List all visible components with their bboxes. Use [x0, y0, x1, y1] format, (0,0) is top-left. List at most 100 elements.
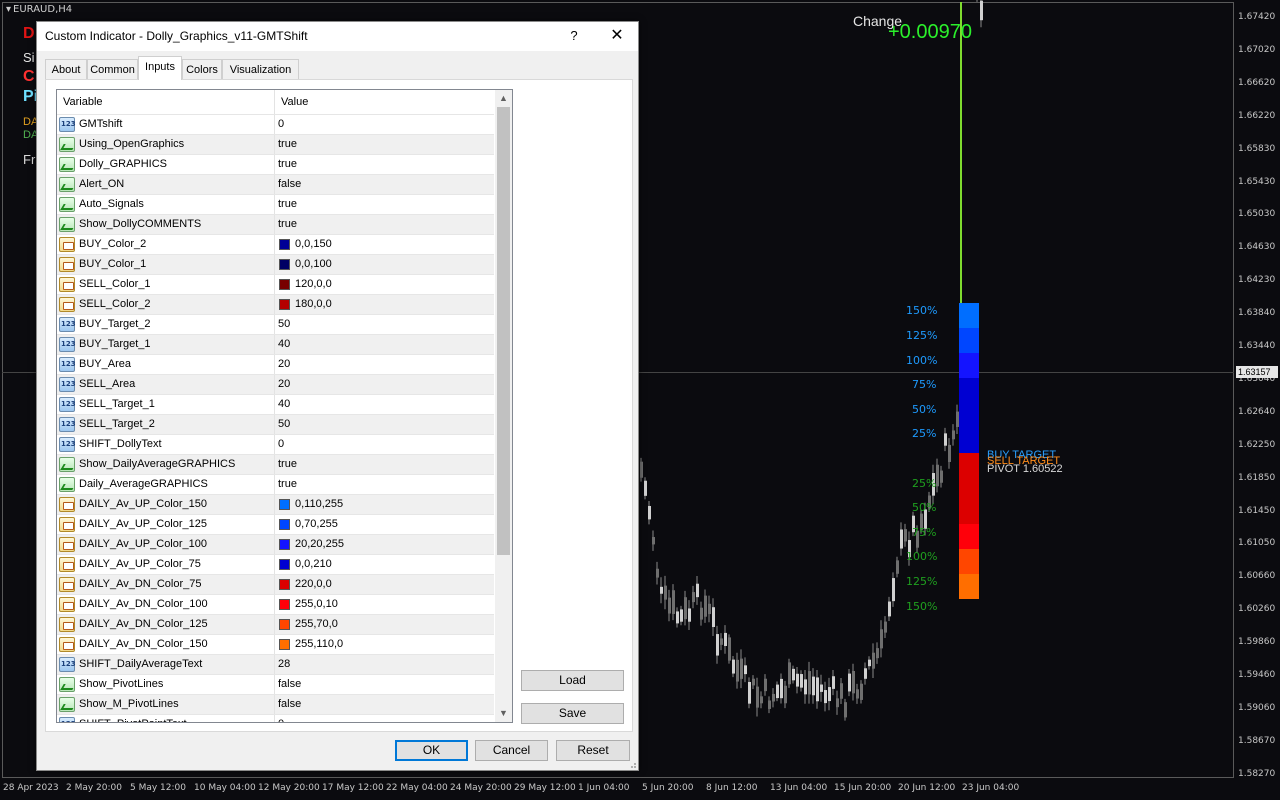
variable-value[interactable]: 0,0,150 — [295, 235, 332, 254]
variable-value[interactable]: 0,70,255 — [295, 515, 338, 534]
variable-value[interactable]: 120,0,0 — [295, 275, 332, 294]
column-header-value[interactable]: Value — [275, 90, 494, 114]
table-row[interactable]: Alert_ON false — [57, 174, 494, 194]
variable-value[interactable]: 0 — [278, 115, 284, 134]
color-swatch[interactable] — [279, 619, 290, 630]
cell-divider — [274, 455, 275, 474]
price-axis[interactable]: 1.67420 1.67020 1.66620 1.66220 1.65830 1.654… — [1236, 0, 1280, 780]
color-swatch[interactable] — [279, 539, 290, 550]
table-row[interactable]: BUY_Target_1 40 — [57, 334, 494, 354]
table-row[interactable]: SHIFT_DailyAverageText 28 — [57, 654, 494, 674]
table-row[interactable]: SELL_Color_2 180,0,0 — [57, 294, 494, 314]
table-row[interactable]: Show_DailyAverageGRAPHICS true — [57, 454, 494, 474]
save-button[interactable]: Save — [521, 703, 624, 724]
color-swatch[interactable] — [279, 639, 290, 650]
variable-value[interactable]: 0 — [278, 715, 284, 722]
variable-value[interactable]: 0,110,255 — [295, 495, 343, 514]
variable-value[interactable]: 255,0,10 — [295, 595, 338, 614]
table-row[interactable]: SELL_Target_2 50 — [57, 414, 494, 434]
variable-value[interactable]: 220,0,0 — [295, 575, 332, 594]
variable-value[interactable]: 180,0,0 — [295, 295, 332, 314]
color-swatch[interactable] — [279, 299, 290, 310]
scroll-up-icon[interactable]: ▲ — [495, 90, 512, 107]
variable-value[interactable]: 40 — [278, 395, 290, 414]
table-row[interactable]: Daily_AverageGRAPHICS true — [57, 474, 494, 494]
resize-grip-icon[interactable] — [627, 759, 637, 769]
variable-value[interactable]: true — [278, 455, 297, 474]
variable-value[interactable]: false — [278, 675, 301, 694]
table-row[interactable]: DAILY_Av_DN_Color_150 255,110,0 — [57, 634, 494, 654]
variable-value[interactable]: 0,0,210 — [295, 555, 332, 574]
help-button[interactable]: ? — [563, 25, 585, 47]
table-row[interactable]: DAILY_Av_DN_Color_100 255,0,10 — [57, 594, 494, 614]
variable-value[interactable]: 20,20,255 — [295, 535, 344, 554]
ok-button[interactable]: OK — [395, 740, 468, 761]
table-row[interactable]: Using_OpenGraphics true — [57, 134, 494, 154]
table-row[interactable]: Auto_Signals true — [57, 194, 494, 214]
variable-value[interactable]: true — [278, 195, 297, 214]
table-row[interactable]: SHIFT_DollyText 0 — [57, 434, 494, 454]
tab-common[interactable]: Common — [87, 59, 138, 80]
variable-value[interactable]: false — [278, 695, 301, 714]
variable-value[interactable]: true — [278, 475, 297, 494]
color-swatch[interactable] — [279, 579, 290, 590]
table-row[interactable]: DAILY_Av_UP_Color_150 0,110,255 — [57, 494, 494, 514]
variable-value[interactable]: 50 — [278, 315, 290, 334]
scroll-thumb[interactable] — [497, 107, 510, 555]
reset-button[interactable]: Reset — [556, 740, 630, 761]
variable-value[interactable]: 28 — [278, 655, 290, 674]
table-row[interactable]: BUY_Color_2 0,0,150 — [57, 234, 494, 254]
color-swatch[interactable] — [279, 599, 290, 610]
table-row[interactable]: DAILY_Av_DN_Color_75 220,0,0 — [57, 574, 494, 594]
variable-value[interactable]: 20 — [278, 355, 290, 374]
dialog-titlebar[interactable]: Custom Indicator - Dolly_Graphics_v11-GM… — [37, 22, 638, 51]
table-row[interactable]: Show_M_PivotLines false — [57, 694, 494, 714]
load-button[interactable]: Load — [521, 670, 624, 691]
variable-value[interactable]: 0 — [278, 435, 284, 454]
table-row[interactable]: Dolly_GRAPHICS true — [57, 154, 494, 174]
table-row[interactable]: BUY_Color_1 0,0,100 — [57, 254, 494, 274]
table-row[interactable]: DAILY_Av_UP_Color_125 0,70,255 — [57, 514, 494, 534]
color-swatch[interactable] — [279, 559, 290, 570]
color-swatch[interactable] — [279, 499, 290, 510]
color-swatch[interactable] — [279, 259, 290, 270]
scroll-down-icon[interactable]: ▼ — [495, 705, 512, 722]
color-swatch[interactable] — [279, 279, 290, 290]
table-row[interactable]: DAILY_Av_UP_Color_100 20,20,255 — [57, 534, 494, 554]
table-row[interactable]: Show_DollyCOMMENTS true — [57, 214, 494, 234]
variable-value[interactable]: 255,110,0 — [295, 635, 343, 654]
variable-value[interactable]: 40 — [278, 335, 290, 354]
tab-about[interactable]: About — [45, 59, 87, 80]
variable-value[interactable]: true — [278, 215, 297, 234]
table-row[interactable]: GMTshift 0 — [57, 114, 494, 134]
variable-value[interactable]: false — [278, 175, 301, 194]
variable-value[interactable]: 255,70,0 — [295, 615, 338, 634]
variable-name: Auto_Signals — [79, 198, 144, 210]
tab-colors[interactable]: Colors — [182, 59, 222, 80]
cancel-button[interactable]: Cancel — [475, 740, 548, 761]
table-row[interactable]: BUY_Area 20 — [57, 354, 494, 374]
table-row[interactable]: SHIFT_PivotPointText 0 — [57, 714, 494, 722]
color-type-icon — [59, 497, 75, 512]
tab-visualization[interactable]: Visualization — [222, 59, 299, 80]
table-row[interactable]: DAILY_Av_DN_Color_125 255,70,0 — [57, 614, 494, 634]
table-row[interactable]: SELL_Area 20 — [57, 374, 494, 394]
color-swatch[interactable] — [279, 519, 290, 530]
table-row[interactable]: SELL_Color_1 120,0,0 — [57, 274, 494, 294]
variable-value[interactable]: 20 — [278, 375, 290, 394]
time-axis[interactable]: 28 Apr 2023 2 May 20:00 5 May 12:00 10 May … — [0, 780, 1236, 800]
variable-value[interactable]: 0,0,100 — [295, 255, 332, 274]
color-swatch[interactable] — [279, 239, 290, 250]
column-header-variable[interactable]: Variable — [57, 90, 274, 114]
table-row[interactable]: SELL_Target_1 40 — [57, 394, 494, 414]
variable-value[interactable]: true — [278, 155, 297, 174]
table-row[interactable]: BUY_Target_2 50 — [57, 314, 494, 334]
tab-inputs[interactable]: Inputs — [138, 56, 182, 80]
table-row[interactable]: Show_PivotLines false — [57, 674, 494, 694]
grid-scrollbar[interactable]: ▲ ▼ — [495, 90, 512, 722]
variable-value[interactable]: 50 — [278, 415, 290, 434]
table-row[interactable]: DAILY_Av_UP_Color_75 0,0,210 — [57, 554, 494, 574]
variable-value[interactable]: true — [278, 135, 297, 154]
integer-type-icon — [59, 397, 76, 412]
close-button[interactable]: ✕ — [604, 25, 630, 47]
